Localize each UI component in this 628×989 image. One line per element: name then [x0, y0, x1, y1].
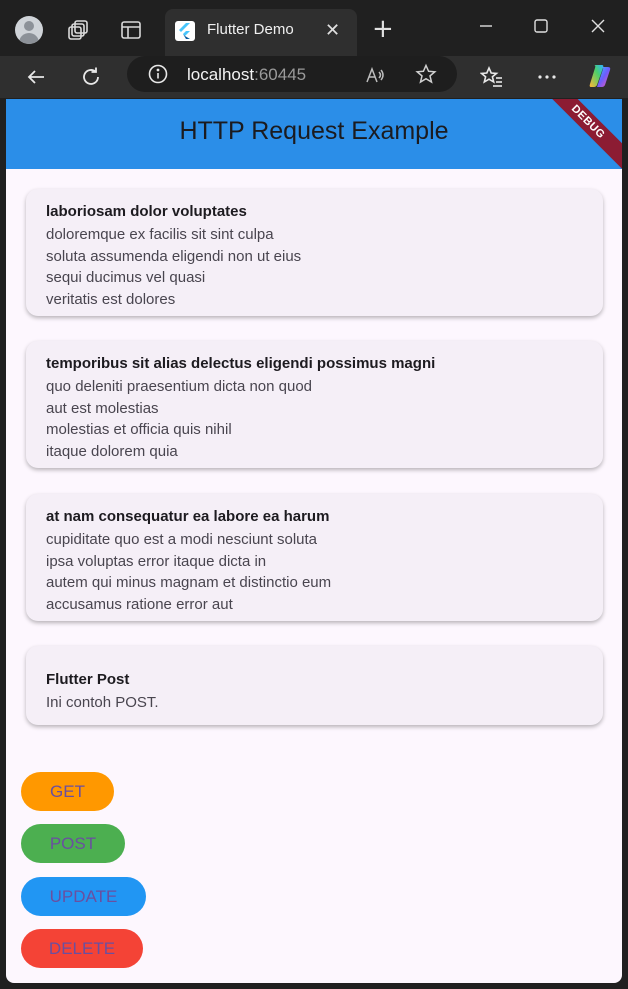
post-card[interactable]: at nam consequatur ea labore ea harum cu… — [26, 494, 603, 621]
post-title: at nam consequatur ea labore ea harum — [46, 508, 330, 525]
post-title: Flutter Post — [46, 671, 130, 688]
flutter-favicon — [175, 21, 195, 41]
post-body: doloremque ex facilis sit sint culpa sol… — [46, 226, 302, 308]
back-icon[interactable] — [24, 65, 48, 89]
url-port: :60445 — [254, 65, 307, 84]
post-body: quo deleniti praesentium dicta non quod … — [46, 378, 313, 460]
post-card[interactable]: Flutter Post Ini contoh POST. — [26, 646, 603, 725]
profile-icon[interactable] — [15, 16, 43, 44]
window-close-icon[interactable] — [586, 14, 610, 38]
browser-toolbar: localhost:60445 — [0, 56, 628, 98]
minimize-icon[interactable] — [474, 14, 498, 38]
url-host: localhost — [187, 65, 255, 84]
maximize-icon[interactable] — [529, 14, 553, 38]
tab-title: Flutter Demo — [207, 21, 294, 38]
site-info-icon[interactable] — [147, 63, 169, 89]
close-icon[interactable]: ✕ — [325, 21, 340, 41]
update-button[interactable]: UPDATE — [21, 877, 146, 916]
post-button[interactable]: POST — [21, 824, 125, 863]
post-card[interactable]: temporibus sit alias delectus eligendi p… — [26, 341, 603, 468]
favorite-star-icon[interactable] — [415, 63, 437, 89]
get-button[interactable]: GET — [21, 772, 114, 811]
post-card[interactable]: laboriosam dolor voluptates doloremque e… — [26, 189, 603, 316]
post-title: laboriosam dolor voluptates — [46, 203, 247, 220]
post-body: Ini contoh POST. — [46, 694, 159, 711]
workspaces-icon[interactable] — [67, 18, 91, 42]
app-viewport: HTTP Request Example DEBUG laboriosam do… — [6, 99, 622, 983]
favorites-icon[interactable] — [479, 65, 504, 89]
refresh-icon[interactable] — [79, 65, 103, 89]
more-icon[interactable] — [535, 65, 559, 89]
page-title: HTTP Request Example — [179, 117, 449, 145]
post-body: cupiditate quo est a modi nesciunt solut… — [46, 531, 332, 613]
url-text[interactable]: localhost:60445 — [187, 65, 306, 85]
browser-tab-active[interactable]: Flutter Demo ✕ — [165, 9, 357, 56]
app-bar: HTTP Request Example DEBUG — [6, 99, 622, 178]
tab-actions-icon[interactable] — [119, 18, 143, 42]
post-title: temporibus sit alias delectus eligendi p… — [46, 355, 436, 372]
new-tab-icon[interactable]: + — [372, 14, 394, 44]
copilot-icon[interactable] — [586, 62, 614, 90]
browser-tab-bar: Flutter Demo ✕ + — [0, 0, 628, 56]
delete-button[interactable]: DELETE — [21, 929, 143, 968]
address-bar[interactable]: localhost:60445 — [127, 56, 457, 92]
read-aloud-icon[interactable] — [364, 64, 386, 90]
